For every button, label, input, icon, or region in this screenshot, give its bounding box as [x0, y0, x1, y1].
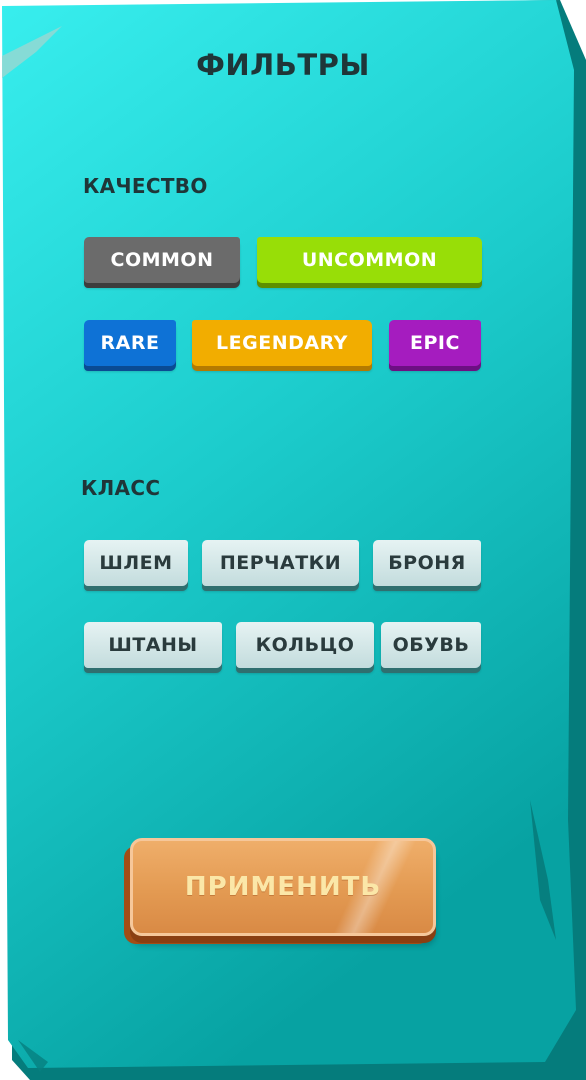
class-chip-label: ШТАНЫ — [108, 634, 198, 656]
quality-chip-common[interactable]: COMMON — [84, 237, 240, 283]
class-chip-ring[interactable]: КОЛЬЦО — [236, 622, 374, 668]
quality-section-label: КАЧЕСТВО — [83, 174, 208, 198]
quality-chip-label: RARE — [100, 332, 160, 354]
class-chip-gloves[interactable]: ПЕРЧАТКИ — [202, 540, 359, 586]
apply-button-label: ПРИМЕНИТЬ — [184, 872, 382, 902]
quality-chip-label: COMMON — [110, 249, 214, 271]
class-chip-armor[interactable]: БРОНЯ — [373, 540, 481, 586]
quality-chip-legendary[interactable]: LEGENDARY — [192, 320, 372, 366]
quality-chip-rare[interactable]: RARE — [84, 320, 176, 366]
quality-chip-label: LEGENDARY — [216, 332, 348, 354]
quality-chip-uncommon[interactable]: UNCOMMON — [257, 237, 482, 283]
quality-chip-label: EPIC — [410, 332, 460, 354]
quality-chip-label: UNCOMMON — [301, 249, 438, 271]
class-chip-label: КОЛЬЦО — [255, 634, 355, 656]
class-chip-boots[interactable]: ОБУВЬ — [381, 622, 481, 668]
class-chip-label: БРОНЯ — [388, 552, 466, 574]
class-chip-pants[interactable]: ШТАНЫ — [84, 622, 222, 668]
class-section-label: КЛАСС — [81, 476, 161, 500]
filters-panel: ФИЛЬТРЫ КАЧЕСТВО COMMON UNCOMMON RARE LEGEN… — [0, 0, 586, 1080]
page-title: ФИЛЬТРЫ — [196, 48, 370, 82]
class-chip-label: ОБУВЬ — [392, 634, 470, 656]
class-chip-label: ШЛЕМ — [99, 552, 173, 574]
quality-chip-epic[interactable]: EPIC — [389, 320, 481, 366]
class-chip-helmet[interactable]: ШЛЕМ — [84, 540, 188, 586]
class-chip-label: ПЕРЧАТКИ — [219, 552, 342, 574]
apply-button[interactable]: ПРИМЕНИТЬ — [130, 838, 436, 936]
